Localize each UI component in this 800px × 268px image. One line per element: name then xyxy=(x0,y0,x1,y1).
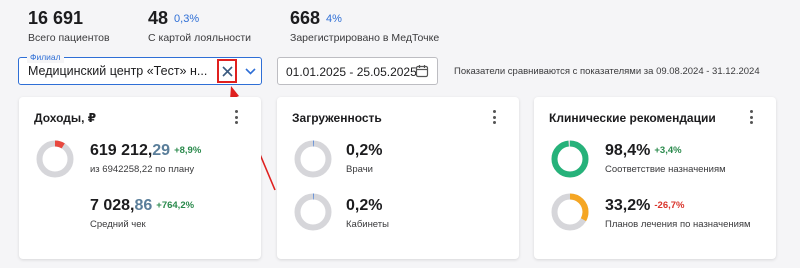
doctors-label: Врачи xyxy=(346,164,373,175)
income-plan: из 6942258,22 по плану xyxy=(90,164,195,175)
avg-check-int: 7 028, xyxy=(90,197,135,214)
stat-percent: 0,3% xyxy=(174,13,200,25)
income-frac: 29 xyxy=(152,142,171,159)
income-card: Доходы, ₽ 619 212,29 +8,9% из 6942258,22 … xyxy=(19,97,261,259)
compliance-donut xyxy=(551,140,589,178)
card-title: Загруженность xyxy=(292,111,382,125)
stat-label: Зарегистрировано в МедТочке xyxy=(290,32,440,44)
plans-value: 33,2% -26,7% xyxy=(605,197,684,215)
stat-medtochka: 668 4% Зарегистрировано в МедТочке xyxy=(290,8,439,44)
date-range-value: 01.01.2025 - 25.05.2025 xyxy=(286,65,417,79)
stat-value: 668 xyxy=(290,8,321,28)
avg-check-value: 7 028,86 +764,2% xyxy=(90,197,194,215)
more-options-icon[interactable] xyxy=(746,109,756,125)
income-delta: +8,9% xyxy=(174,145,202,156)
rooms-value: 0,2% xyxy=(346,197,383,214)
branch-select[interactable]: Филиал Медицинский центр «Тест» н... xyxy=(18,51,262,85)
rooms-label: Кабинеты xyxy=(346,219,389,230)
stat-label: С картой лояльности xyxy=(148,32,252,44)
stat-loyalty-card: 48 0,3% С картой лояльности xyxy=(148,8,251,44)
card-title: Доходы, ₽ xyxy=(34,111,97,125)
plans-delta: -26,7% xyxy=(654,200,685,211)
plans-donut xyxy=(551,193,589,231)
load-card: Загруженность 0,2% Врачи 0,2% Кабинеты xyxy=(277,97,519,259)
income-value: 619 212,29 +8,9% xyxy=(90,142,201,160)
plans-number: 33,2% xyxy=(605,197,651,214)
stat-value: 16 691 xyxy=(28,8,84,28)
more-options-icon[interactable] xyxy=(489,109,499,125)
date-range-input[interactable]: 01.01.2025 - 25.05.2025 xyxy=(277,57,438,85)
stat-value: 48 xyxy=(148,8,169,28)
compliance-delta: +3,4% xyxy=(654,145,682,156)
stat-label: Всего пациентов xyxy=(28,32,110,44)
chevron-down-icon xyxy=(244,67,256,75)
income-int: 619 212, xyxy=(90,142,153,159)
more-options-icon[interactable] xyxy=(231,109,241,125)
card-title: Клинические рекомендации xyxy=(549,111,716,125)
branch-value: Медицинский центр «Тест» н... xyxy=(28,64,208,78)
stat-percent: 4% xyxy=(326,13,342,25)
plans-label: Планов лечения по назначениям xyxy=(605,219,751,230)
doctors-value: 0,2% xyxy=(346,142,383,159)
avg-check-delta: +764,2% xyxy=(156,200,195,211)
calendar-icon[interactable] xyxy=(415,64,429,78)
avg-check-label: Средний чек xyxy=(90,219,146,230)
comparison-note: Показатели сравниваются с показателями з… xyxy=(454,66,760,77)
clinical-recommendations-card: Клинические рекомендации 98,4% +3,4% Соот… xyxy=(534,97,776,259)
doctors-donut xyxy=(294,140,332,178)
income-donut xyxy=(36,140,74,178)
avg-check-frac: 86 xyxy=(134,197,153,214)
compliance-label: Соответствие назначениям xyxy=(605,164,726,175)
compliance-donut-fill xyxy=(551,140,589,178)
branch-dropdown-button[interactable] xyxy=(241,60,259,82)
clear-branch-button[interactable] xyxy=(217,59,237,83)
compliance-value: 98,4% +3,4% xyxy=(605,142,682,160)
compliance-number: 98,4% xyxy=(605,142,651,159)
stat-total-patients: 16 691 Всего пациентов xyxy=(28,8,110,44)
rooms-donut xyxy=(294,193,332,231)
close-icon xyxy=(221,65,233,77)
branch-legend: Филиал xyxy=(27,51,64,63)
